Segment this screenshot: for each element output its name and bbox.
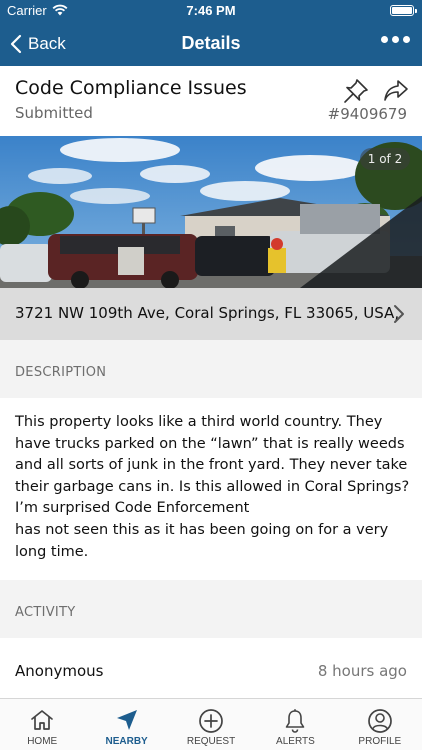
- section-divider: [0, 580, 422, 588]
- tab-profile[interactable]: PROFILE: [338, 699, 422, 750]
- description-section-header: DESCRIPTION: [0, 348, 422, 398]
- tab-home-label: HOME: [27, 736, 58, 747]
- tab-request[interactable]: REQUEST: [169, 699, 253, 750]
- more-dot-icon: [381, 36, 388, 43]
- issue-status: Submitted: [15, 104, 93, 122]
- tab-alerts[interactable]: ALERTS: [253, 699, 337, 750]
- chevron-left-icon: [10, 34, 22, 54]
- street-photo-image: [0, 136, 422, 288]
- issue-header: Code Compliance Issues Submitted #940967…: [0, 66, 422, 136]
- back-label: Back: [28, 34, 66, 53]
- chevron-right-icon: [394, 305, 404, 323]
- more-dot-icon: [403, 36, 410, 43]
- tab-alerts-label: ALERTS: [276, 736, 315, 747]
- tab-home[interactable]: HOME: [0, 699, 84, 750]
- tab-nearby-label: NEARBY: [105, 736, 148, 747]
- description-body: This property looks like a third world c…: [0, 398, 422, 580]
- plus-circle-icon: [199, 709, 223, 733]
- activity-header-label: ACTIVITY: [15, 605, 76, 620]
- section-divider: [0, 340, 422, 348]
- issue-id: #9409679: [327, 105, 407, 123]
- share-icon[interactable]: [383, 79, 409, 103]
- activity-list-item: Anonymous 8 hours ago: [0, 638, 422, 698]
- navigation-bar: Back Details: [0, 22, 422, 66]
- activity-user: Anonymous: [15, 662, 104, 680]
- home-icon: [31, 710, 54, 730]
- tab-profile-label: PROFILE: [358, 736, 402, 747]
- status-bar: Carrier 7:46 PM: [0, 0, 422, 22]
- back-button[interactable]: Back: [10, 30, 66, 58]
- profile-icon: [367, 709, 392, 733]
- location-arrow-icon: [116, 710, 137, 730]
- status-time: 7:46 PM: [186, 3, 236, 18]
- address-text: 3721 NW 109th Ave, Coral Springs, FL 330…: [15, 304, 400, 322]
- tab-request-label: REQUEST: [186, 736, 236, 747]
- description-header-label: DESCRIPTION: [15, 365, 107, 380]
- bell-icon: [286, 709, 305, 733]
- photo-counter: 1 of 2: [360, 148, 410, 170]
- issue-photo[interactable]: 1 of 2: [0, 136, 422, 288]
- description-text: This property looks like a third world c…: [15, 414, 410, 560]
- more-options-button[interactable]: [381, 36, 410, 43]
- activity-time: 8 hours ago: [317, 662, 407, 680]
- battery-icon: [390, 5, 417, 16]
- tab-nearby[interactable]: NEARBY: [84, 699, 168, 750]
- activity-section-header: ACTIVITY: [0, 588, 422, 638]
- tab-bar: HOME NEARBY REQUEST ALERTS PROFILE: [0, 698, 422, 750]
- pin-icon[interactable]: [343, 78, 369, 104]
- more-dot-icon: [392, 36, 399, 43]
- issue-title: Code Compliance Issues: [15, 77, 247, 99]
- address-row[interactable]: 3721 NW 109th Ave, Coral Springs, FL 330…: [0, 288, 422, 340]
